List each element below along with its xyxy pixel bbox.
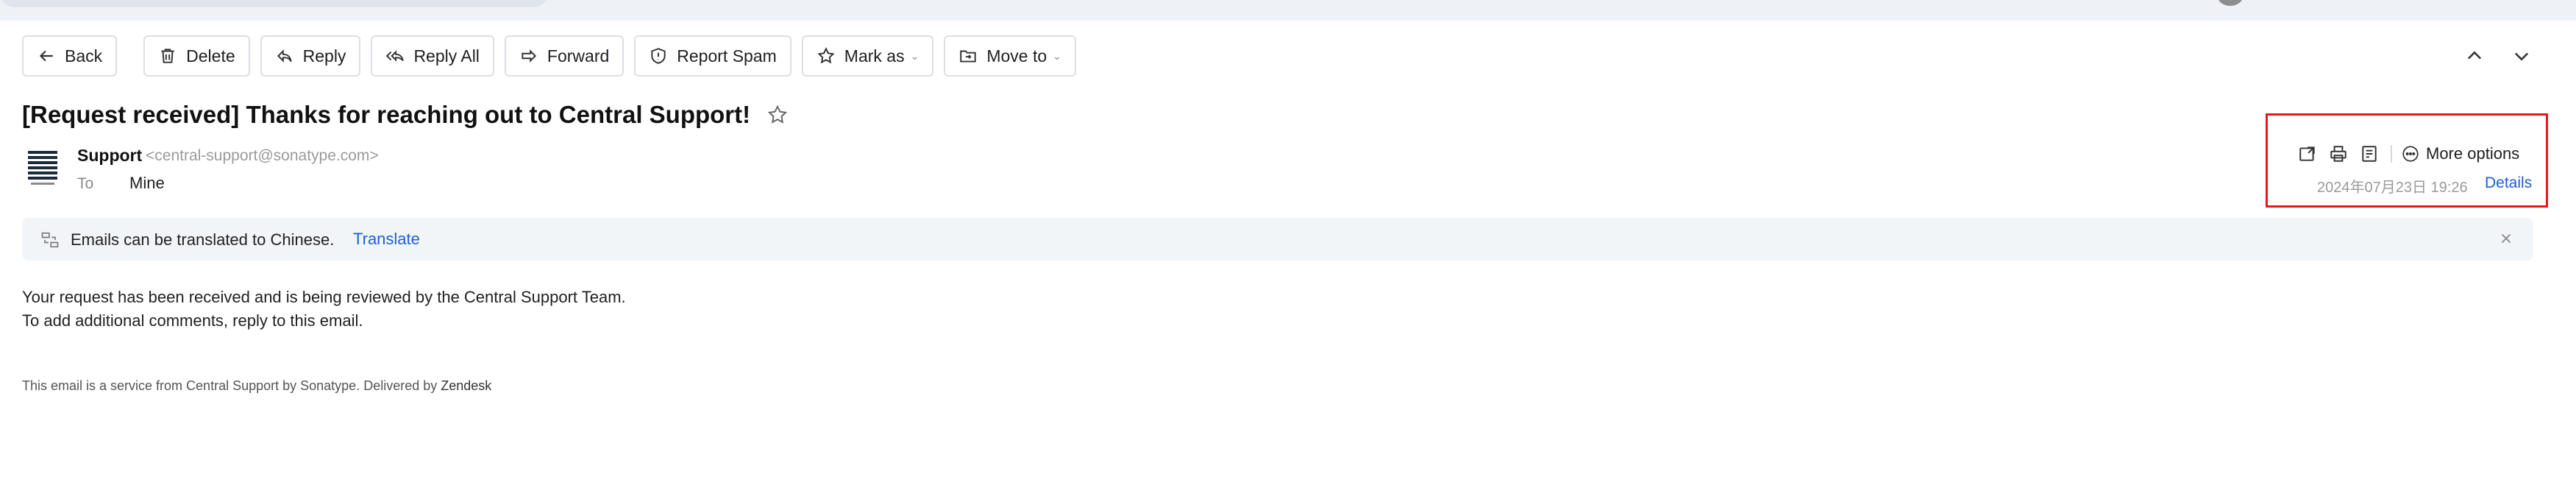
mark-as-button[interactable]: Mark as ⌄	[801, 35, 934, 77]
footer-text: This email is a service from Central Sup…	[22, 378, 441, 393]
forward-button[interactable]: Forward	[504, 35, 625, 77]
email-date: 2024年07月23日 19:26	[2317, 180, 2468, 196]
divider	[2391, 145, 2392, 163]
delete-label: Delete	[186, 46, 235, 66]
forward-label: Forward	[547, 46, 610, 66]
more-options-button[interactable]: More options	[2401, 144, 2519, 163]
star-icon	[817, 47, 835, 64]
email-body: Your request has been received and is be…	[22, 286, 626, 333]
chevron-down-icon: ⌄	[1053, 49, 1061, 62]
to-recipient[interactable]: Mine	[129, 174, 165, 193]
email-actions: More options	[2298, 144, 2519, 163]
back-label: Back	[65, 46, 103, 66]
avatar[interactable]	[2217, 0, 2244, 6]
open-new-window-icon[interactable]	[2298, 144, 2317, 163]
report-spam-button[interactable]: Report Spam	[634, 35, 791, 77]
email-navigation	[2464, 35, 2532, 77]
more-options-label: More options	[2426, 144, 2520, 163]
back-button[interactable]: Back	[22, 35, 118, 77]
zendesk-link[interactable]: Zendesk	[441, 378, 491, 393]
sender-logo	[28, 151, 57, 185]
more-circle-icon	[2402, 146, 2419, 162]
mark-as-label: Mark as	[844, 46, 905, 66]
translate-link[interactable]: Translate	[353, 230, 420, 249]
move-to-label: Move to	[986, 46, 1047, 66]
folder-icon	[960, 50, 977, 63]
sender-name[interactable]: Support	[77, 146, 142, 166]
translate-banner: Emails can be translated to Chinese. Tra…	[22, 218, 2533, 261]
chevron-down-icon[interactable]	[2511, 46, 2532, 66]
shield-icon	[651, 48, 666, 64]
reply-icon	[277, 49, 292, 63]
note-icon[interactable]	[2360, 144, 2379, 163]
reply-all-icon	[386, 50, 405, 62]
body-line: To add additional comments, reply to thi…	[22, 311, 363, 330]
trash-icon	[161, 49, 174, 63]
email-reader: Back Delete Reply Reply All Forward Repo…	[0, 21, 2576, 488]
delete-button[interactable]: Delete	[143, 35, 250, 77]
email-subject-row: [Request received] Thanks for reaching o…	[22, 97, 789, 132]
email-subject: [Request received] Thanks for reaching o…	[22, 101, 751, 128]
toolbar: Back Delete Reply Reply All Forward Repo…	[22, 35, 1086, 77]
top-strip	[0, 0, 2576, 21]
details-link[interactable]: Details	[2485, 174, 2532, 192]
forward-icon	[522, 49, 536, 63]
chevron-down-icon: ⌄	[910, 49, 919, 62]
translate-message: Emails can be translated to Chinese.	[71, 230, 335, 249]
reply-all-label: Reply All	[413, 46, 480, 66]
sender-email[interactable]: <central-support@sonatype.com>	[146, 147, 379, 165]
star-outline-icon[interactable]	[766, 104, 789, 126]
reply-all-button[interactable]: Reply All	[371, 35, 494, 77]
move-to-button[interactable]: Move to ⌄	[944, 35, 1076, 77]
report-spam-label: Report Spam	[677, 46, 777, 66]
printer-icon[interactable]	[2329, 144, 2348, 163]
arrow-left-icon	[39, 50, 53, 62]
email-footer: This email is a service from Central Sup…	[22, 378, 491, 394]
chevron-up-icon[interactable]	[2464, 46, 2485, 66]
search-bar-edge[interactable]	[0, 0, 548, 7]
to-label: To	[77, 175, 94, 192]
reply-button[interactable]: Reply	[260, 35, 361, 77]
translate-icon	[41, 232, 59, 248]
reply-label: Reply	[302, 46, 346, 66]
body-line: Your request has been received and is be…	[22, 288, 626, 306]
close-icon[interactable]	[2498, 230, 2514, 247]
